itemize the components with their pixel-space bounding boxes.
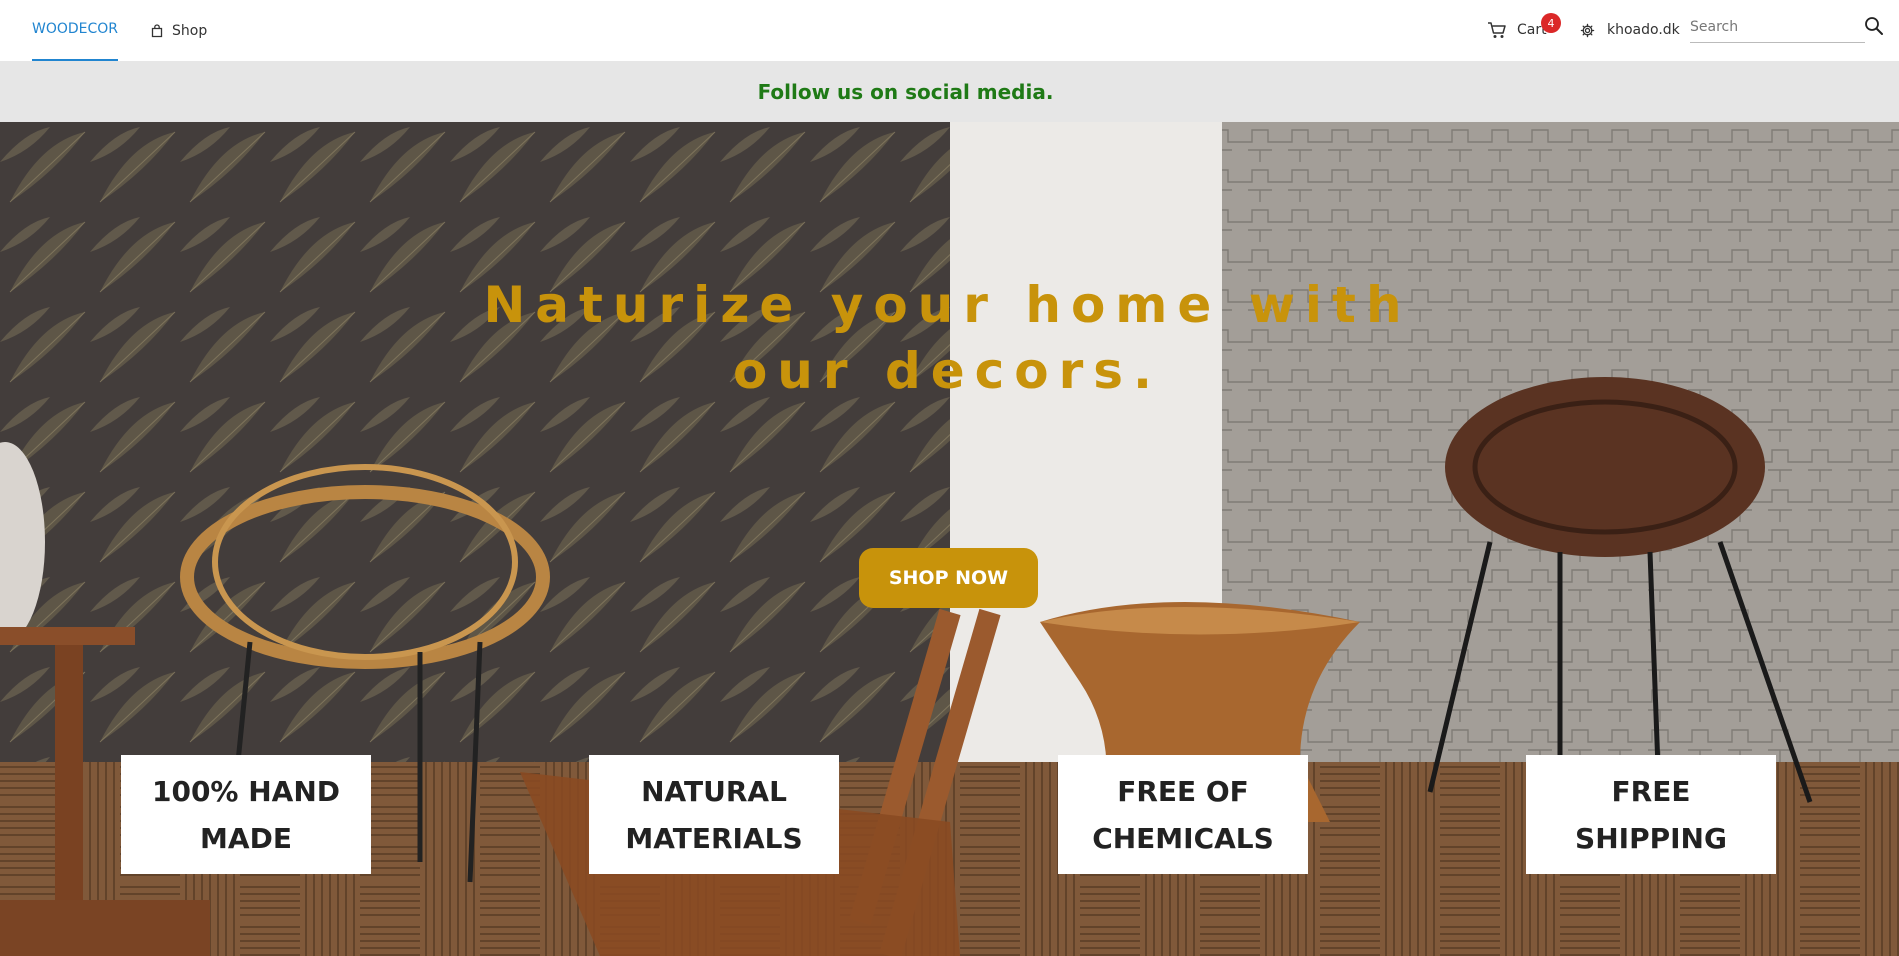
search-input[interactable]	[1690, 13, 1850, 41]
shop-nav-label: Shop	[172, 22, 208, 39]
search-box	[1690, 13, 1865, 43]
cart-count-badge: 4	[1541, 13, 1561, 33]
shop-now-button[interactable]: SHOP NOW	[859, 548, 1038, 608]
feature-handmade: 100% HAND MADE	[121, 755, 371, 874]
top-navbar: WOODECOR Shop Cart 4 khoado.dk	[0, 0, 1899, 62]
cart-icon	[1488, 22, 1506, 38]
gear-icon	[1580, 23, 1595, 37]
feature-free-shipping: FREE SHIPPING	[1526, 755, 1776, 874]
account-link[interactable]: khoado.dk	[1580, 18, 1680, 42]
social-media-link[interactable]: Follow us on social media.	[758, 80, 1054, 104]
account-label: khoado.dk	[1607, 22, 1680, 38]
shopping-bag-icon	[151, 23, 163, 37]
shop-nav-link[interactable]: Shop	[150, 0, 207, 61]
hero-banner: Naturize your home with our decors. SHOP…	[0, 122, 1899, 956]
brand-link[interactable]: WOODECOR	[32, 0, 119, 61]
feature-natural-materials: NATURAL MATERIALS	[589, 755, 839, 874]
hero-title: Naturize your home with our decors.	[483, 276, 1412, 400]
search-icon[interactable]	[1864, 16, 1884, 36]
cart-link[interactable]: Cart	[1487, 18, 1547, 42]
feature-free-of-chemicals: FREE OF CHEMICALS	[1058, 755, 1308, 874]
announcement-bar: Follow us on social media.	[0, 62, 1899, 122]
